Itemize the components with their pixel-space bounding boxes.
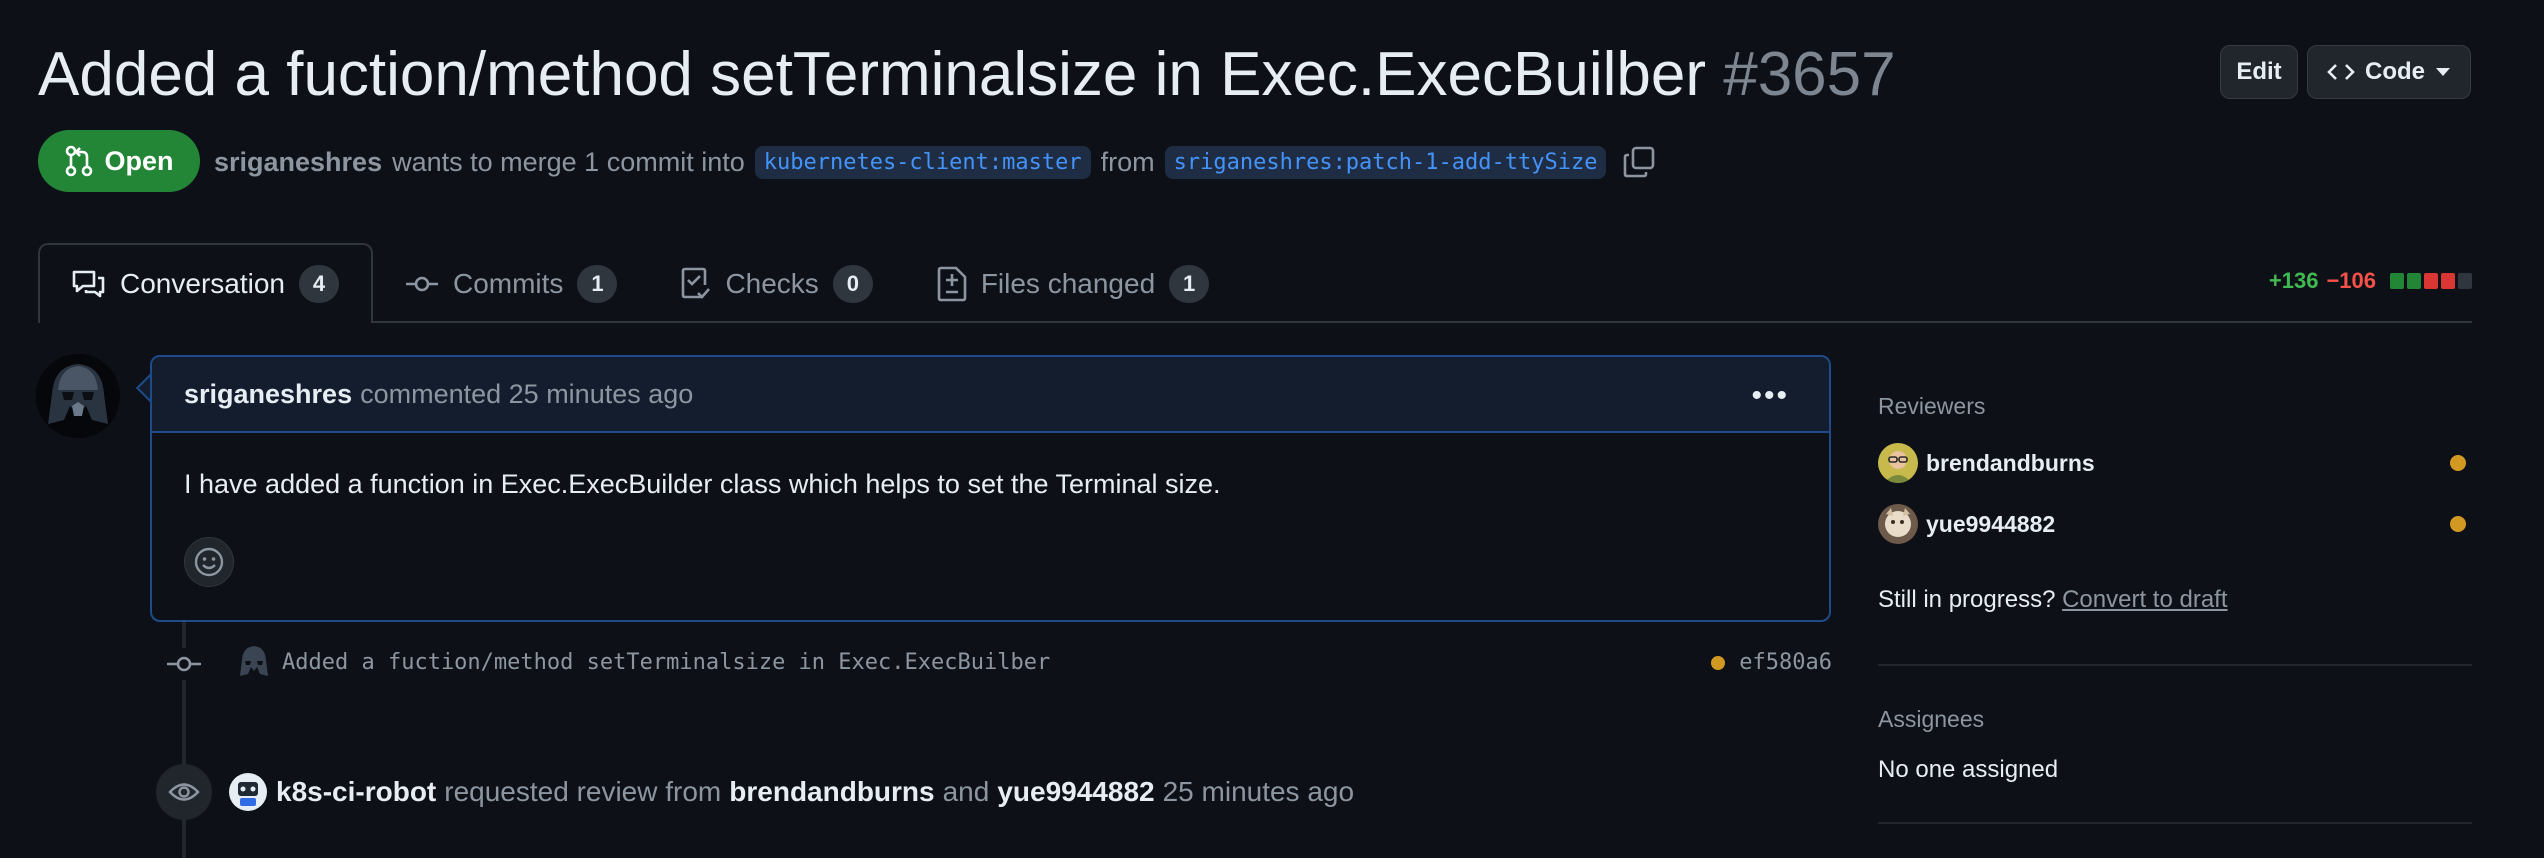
code-icon <box>2327 64 2355 80</box>
event-text: requested review from <box>444 776 722 807</box>
pr-state-badge: Open <box>38 130 200 192</box>
tab-conversation-label: Conversation <box>120 268 285 299</box>
event-actor[interactable]: k8s-ci-robot <box>276 776 436 808</box>
tab-commits-count: 1 <box>577 265 618 303</box>
git-commit-timeline-icon <box>166 648 202 680</box>
reviewer-row[interactable]: brendandburns <box>1878 441 2095 485</box>
author-avatar[interactable] <box>36 354 120 438</box>
pr-merge-info: sriganeshres wants to merge 1 commit int… <box>214 140 1656 184</box>
file-diff-icon <box>937 266 967 302</box>
in-progress-text: Still in progress? <box>1878 586 2056 613</box>
pr-description-comment: sriganeshres commented 25 minutes ago ••… <box>150 355 1831 622</box>
head-branch[interactable]: sriganeshres:patch-1-add-ttySize <box>1164 145 1607 179</box>
reviewer-name: yue9944882 <box>1926 510 2056 537</box>
event-time[interactable]: 25 minutes ago <box>1163 776 1354 808</box>
pr-number: #3657 <box>1723 40 1896 109</box>
review-request-text: k8s-ci-robot requested review from brend… <box>228 772 1354 812</box>
commit-message-link[interactable]: Added a fuction/method setTerminalsize i… <box>282 650 1050 675</box>
base-branch[interactable]: kubernetes-client:master <box>754 145 1091 179</box>
tab-files-changed-count: 1 <box>1169 265 1210 303</box>
deletions-count: −106 <box>2326 268 2376 293</box>
reviewer-avatar <box>1878 504 1918 544</box>
diff-block-neutral <box>2458 273 2472 289</box>
comment-body: I have added a function in Exec.ExecBuil… <box>184 469 1221 499</box>
code-button-label: Code <box>2365 58 2425 85</box>
tab-checks-label: Checks <box>725 268 819 299</box>
tab-commits-label: Commits <box>452 268 564 299</box>
tab-checks-count: 0 <box>832 265 873 303</box>
tab-files-changed[interactable]: Files changed 1 <box>905 245 1241 323</box>
sidebar-divider <box>1878 664 2472 666</box>
reviewer-name: brendandburns <box>1926 449 2095 476</box>
tab-checks[interactable]: Checks 0 <box>649 245 904 323</box>
triangle-down-icon <box>2436 68 2450 76</box>
from-text: from <box>1100 146 1155 177</box>
tab-commits[interactable]: Commits 1 <box>373 245 649 323</box>
reviewer-avatar <box>1878 443 1918 483</box>
diffstat: +136 −106 <box>2269 268 2472 294</box>
edit-button[interactable]: Edit <box>2220 45 2298 99</box>
git-commit-icon <box>405 276 438 292</box>
comment-author[interactable]: sriganeshres <box>184 379 352 410</box>
diff-block-add <box>2407 273 2421 289</box>
commit-event: Added a fuction/method setTerminalsize i… <box>166 642 1832 686</box>
diff-block-del <box>2424 273 2438 289</box>
commit-author-avatar[interactable] <box>236 642 272 682</box>
draft-prompt: Still in progress? Convert to draft <box>1878 586 2228 614</box>
additions-count: +136 <box>2268 268 2319 293</box>
comment-meta[interactable]: commented 25 minutes ago <box>360 379 693 410</box>
vader-avatar-image <box>36 354 120 438</box>
tab-conversation[interactable]: Conversation 4 <box>38 243 373 323</box>
code-button[interactable]: Code <box>2307 45 2471 99</box>
kebab-horizontal-icon[interactable]: ••• <box>1751 379 1789 413</box>
pending-review-dot <box>2450 455 2466 471</box>
event-reviewer-2[interactable]: yue9944882 <box>997 776 1154 808</box>
comment-discussion-icon <box>72 270 105 298</box>
smiley-icon <box>194 547 224 577</box>
assignees-value: No one assigned <box>1878 756 2059 783</box>
copy-icon[interactable] <box>1622 145 1656 179</box>
commit-sha-link[interactable]: ef580a6 <box>1739 650 1832 675</box>
add-reaction-button[interactable] <box>184 537 234 587</box>
commit-status: ef580a6 <box>1711 650 1832 675</box>
pr-author-link[interactable]: sriganeshres <box>214 147 382 178</box>
eye-icon <box>156 764 212 820</box>
merge-text: wants to merge 1 commit into <box>392 146 745 177</box>
edit-button-label: Edit <box>2236 58 2282 85</box>
reviewers-heading[interactable]: Reviewers <box>1878 393 1985 420</box>
sidebar-divider <box>1878 822 2472 824</box>
bot-avatar[interactable] <box>228 772 268 812</box>
event-and: and <box>942 776 990 807</box>
event-reviewer-1[interactable]: brendandburns <box>729 776 934 808</box>
convert-to-draft-link[interactable]: Convert to draft <box>2062 586 2227 613</box>
checklist-icon <box>682 267 711 299</box>
reviewer-row[interactable]: yue9944882 <box>1878 502 2055 546</box>
pr-title: Added a fuction/method setTerminalsize i… <box>38 36 1896 114</box>
pr-state-label: Open <box>104 145 174 176</box>
pending-status-dot[interactable] <box>1711 655 1726 670</box>
pr-title-text: Added a fuction/method setTerminalsize i… <box>38 40 1706 109</box>
review-request-event: k8s-ci-robot requested review from brend… <box>156 764 1354 820</box>
diff-block-add <box>2390 273 2404 289</box>
diffstat-blocks <box>2390 273 2472 289</box>
assignees-heading[interactable]: Assignees <box>1878 706 1984 733</box>
tab-conversation-count: 4 <box>298 265 339 303</box>
tab-files-changed-label: Files changed <box>980 268 1156 299</box>
diff-block-del <box>2441 273 2455 289</box>
pending-review-dot <box>2450 516 2466 532</box>
comment-header: sriganeshres commented 25 minutes ago ••… <box>152 357 1829 433</box>
git-pull-request-icon <box>66 145 93 177</box>
pr-tabs: Conversation 4 Commits 1 Checks 0 Files … <box>38 243 1241 323</box>
